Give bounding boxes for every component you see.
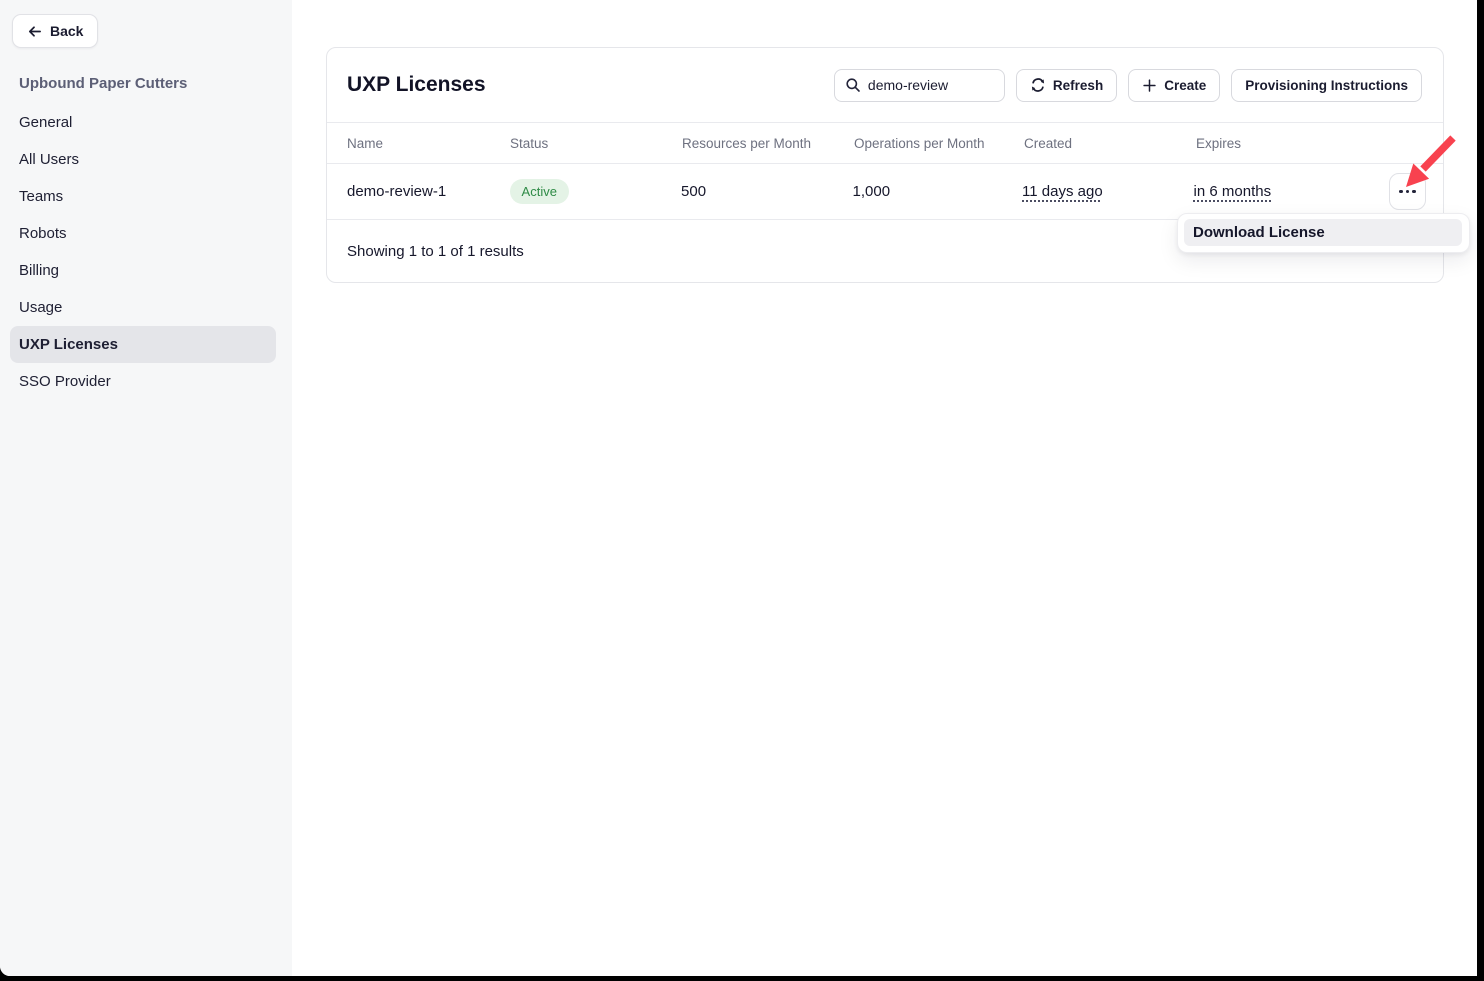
sidebar-item-label: Billing <box>19 262 59 279</box>
org-title: Upbound Paper Cutters <box>19 75 187 92</box>
sidebar-item-label: SSO Provider <box>19 373 111 390</box>
row-actions-menu: Download License <box>1177 213 1470 253</box>
sidebar-item-billing[interactable]: Billing <box>10 252 276 289</box>
sidebar-item-sso-provider[interactable]: SSO Provider <box>10 363 276 400</box>
refresh-button-label: Refresh <box>1053 78 1103 93</box>
search-input[interactable] <box>868 77 994 93</box>
row-actions-button[interactable] <box>1389 173 1426 210</box>
create-button[interactable]: Create <box>1128 69 1220 102</box>
sidebar-item-label: General <box>19 114 72 131</box>
toolbar: Refresh Create Provisioning Instructions <box>834 69 1422 102</box>
back-button[interactable]: Back <box>12 14 98 48</box>
status-badge: Active <box>510 179 569 204</box>
refresh-icon <box>1030 77 1046 93</box>
main-content: UXP Licenses <box>292 0 1477 976</box>
sidebar-item-general[interactable]: General <box>10 104 276 141</box>
license-status-cell: Active <box>510 179 682 204</box>
app-window: Back Upbound Paper Cutters General All U… <box>0 0 1477 976</box>
license-operations-cell: 1,000 <box>853 183 1023 200</box>
column-header-status: Status <box>510 136 682 151</box>
sidebar: Back Upbound Paper Cutters General All U… <box>0 0 292 976</box>
back-button-label: Back <box>50 23 83 39</box>
sidebar-item-label: UXP Licenses <box>19 336 118 353</box>
license-name-cell: demo-review-1 <box>347 183 510 200</box>
menu-item-label: Download License <box>1193 224 1325 241</box>
expires-relative-time[interactable]: in 6 months <box>1194 183 1272 200</box>
plus-icon <box>1142 78 1157 93</box>
license-created-cell: 11 days ago <box>1022 183 1194 200</box>
column-header-created: Created <box>1024 136 1196 151</box>
refresh-button[interactable]: Refresh <box>1016 69 1117 102</box>
table-row: demo-review-1 Active 500 1,000 11 days a… <box>327 164 1443 219</box>
sidebar-item-robots[interactable]: Robots <box>10 215 276 252</box>
provisioning-instructions-label: Provisioning Instructions <box>1245 78 1408 93</box>
sidebar-item-teams[interactable]: Teams <box>10 178 276 215</box>
sidebar-item-label: Robots <box>19 225 67 242</box>
sidebar-item-label: All Users <box>19 151 79 168</box>
created-relative-time[interactable]: 11 days ago <box>1022 183 1103 200</box>
column-header-resources: Resources per Month <box>682 136 854 151</box>
search-icon <box>845 77 861 93</box>
license-resources-cell: 500 <box>681 183 853 200</box>
search-box[interactable] <box>834 69 1005 102</box>
sidebar-item-label: Teams <box>19 188 63 205</box>
sidebar-item-label: Usage <box>19 299 62 316</box>
create-button-label: Create <box>1164 78 1206 93</box>
sidebar-item-all-users[interactable]: All Users <box>10 141 276 178</box>
ellipsis-icon <box>1399 190 1416 194</box>
menu-item-download-license[interactable]: Download License <box>1184 219 1462 246</box>
provisioning-instructions-button[interactable]: Provisioning Instructions <box>1231 69 1422 102</box>
column-header-expires: Expires <box>1196 136 1392 151</box>
license-actions-cell <box>1389 173 1443 210</box>
sidebar-nav: General All Users Teams Robots Billing U… <box>0 104 292 400</box>
column-header-name: Name <box>347 136 510 151</box>
card-header: UXP Licenses <box>327 48 1443 122</box>
arrow-left-icon <box>27 24 42 39</box>
results-count-text: Showing 1 to 1 of 1 results <box>347 243 524 260</box>
table-header-row: Name Status Resources per Month Operatio… <box>327 122 1443 164</box>
column-header-operations: Operations per Month <box>854 136 1024 151</box>
sidebar-item-usage[interactable]: Usage <box>10 289 276 326</box>
sidebar-item-uxp-licenses[interactable]: UXP Licenses <box>10 326 276 363</box>
license-expires-cell: in 6 months <box>1194 183 1389 200</box>
page-title: UXP Licenses <box>347 73 486 97</box>
